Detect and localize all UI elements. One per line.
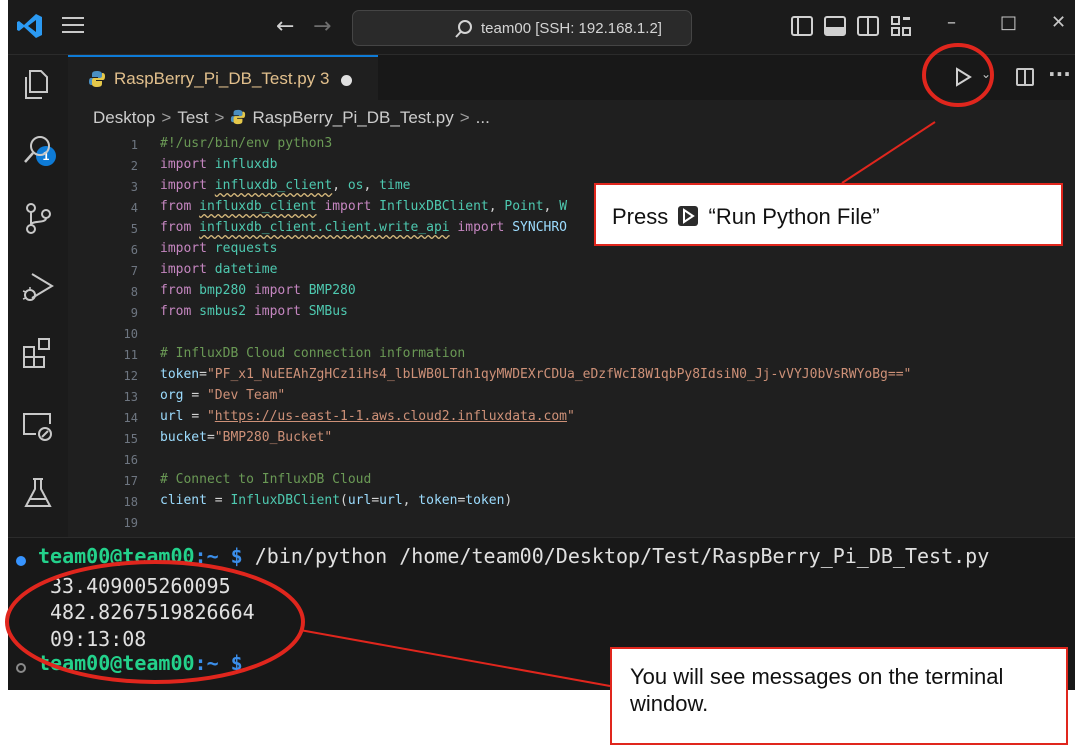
unsaved-dot-icon[interactable] bbox=[341, 75, 352, 86]
extensions-icon[interactable] bbox=[20, 335, 56, 371]
line-number: 6 bbox=[130, 243, 138, 257]
toggle-panel-icon[interactable] bbox=[824, 16, 846, 36]
line-number: 3 bbox=[130, 180, 138, 194]
line-number: 8 bbox=[130, 285, 138, 299]
callout-text: Press bbox=[612, 204, 669, 229]
terminal-output: 09:13:08 bbox=[50, 627, 147, 651]
line-number: 13 bbox=[123, 390, 138, 404]
breadcrumb-separator: > bbox=[214, 108, 225, 127]
terminal-prompt: team00@team00:~ $ bbox=[38, 651, 243, 675]
terminal-output: 33.409005260095 bbox=[50, 574, 231, 598]
line-number: 7 bbox=[130, 264, 138, 278]
code-line: bucket="BMP280_Bucket" bbox=[160, 430, 333, 445]
callout-text: You will see messages on the terminal wi… bbox=[630, 664, 1004, 716]
code-line: from influxdb_client import InfluxDBClie… bbox=[160, 199, 568, 214]
toggle-secondary-sidebar-icon[interactable] bbox=[857, 16, 879, 36]
forward-arrow-icon[interactable]: → bbox=[313, 14, 331, 39]
breadcrumb-separator: > bbox=[459, 108, 470, 127]
minimize-icon[interactable]: – bbox=[947, 12, 956, 33]
menu-icon[interactable] bbox=[62, 17, 84, 37]
editor-tabs: RaspBerry_Pi_DB_Test.py 3 bbox=[68, 55, 1075, 100]
code-line: import requests bbox=[160, 241, 278, 256]
vscode-window: ← → team00 [SSH: 192.168.1.2] – □ ✕ 1 Ra… bbox=[8, 0, 1075, 690]
line-number: 15 bbox=[123, 432, 138, 446]
run-dropdown-chevron-icon[interactable]: ⌄ bbox=[981, 67, 991, 81]
line-number: 10 bbox=[123, 327, 138, 341]
code-line: # InfluxDB Cloud connection information bbox=[160, 346, 466, 361]
toggle-primary-sidebar-icon[interactable] bbox=[791, 16, 813, 36]
code-line: import influxdb bbox=[160, 157, 278, 172]
line-number: 19 bbox=[123, 516, 138, 530]
line-number: 14 bbox=[123, 411, 138, 425]
line-number: 2 bbox=[130, 159, 138, 173]
line-number: 18 bbox=[123, 495, 138, 509]
code-line: from smbus2 import SMBus bbox=[160, 304, 348, 319]
terminal-command-line: team00@team00:~ $ /bin/python /home/team… bbox=[38, 544, 990, 568]
search-label: team00 [SSH: 192.168.1.2] bbox=[481, 20, 662, 37]
tab-raspberry-pi-db-test[interactable]: RaspBerry_Pi_DB_Test.py 3 bbox=[68, 55, 378, 100]
back-arrow-icon[interactable]: ← bbox=[276, 14, 294, 39]
split-editor-icon[interactable] bbox=[1016, 68, 1034, 86]
python-file-icon bbox=[231, 109, 246, 125]
tab-label: RaspBerry_Pi_DB_Test.py 3 bbox=[114, 69, 330, 88]
breadcrumb-file[interactable]: RaspBerry_Pi_DB_Test.py bbox=[252, 108, 453, 127]
customize-layout-icon[interactable] bbox=[890, 15, 912, 37]
code-line: url = "https://us-east-1-1.aws.cloud2.in… bbox=[160, 409, 575, 424]
line-number: 16 bbox=[123, 453, 138, 467]
code-line: token="PF_x1_NuEEAhZgHCz1iHs4_lbLWB0LTdh… bbox=[160, 367, 912, 382]
line-number: 17 bbox=[123, 474, 138, 488]
terminal-callout: You will see messages on the terminal wi… bbox=[610, 647, 1068, 745]
code-line: #!/usr/bin/env python3 bbox=[160, 136, 333, 151]
run-icon bbox=[678, 206, 699, 226]
code-line: client = InfluxDBClient(url=url, token=t… bbox=[160, 493, 513, 508]
more-actions-icon[interactable]: ··· bbox=[1048, 62, 1071, 86]
breadcrumb: Desktop > Test > RaspBerry_Pi_DB_Test.py >... bbox=[93, 108, 490, 128]
line-number: 1 bbox=[130, 138, 138, 152]
problems-count: 3 bbox=[320, 69, 330, 88]
breadcrumb-separator: > bbox=[161, 108, 172, 127]
line-number: 5 bbox=[130, 222, 138, 236]
code-line: from bmp280 import BMP280 bbox=[160, 283, 356, 298]
remote-explorer-icon[interactable] bbox=[20, 408, 56, 444]
terminal-output: 482.8267519826664 bbox=[50, 600, 255, 624]
explorer-icon[interactable] bbox=[20, 67, 56, 103]
code-line: org = "Dev Team" bbox=[160, 388, 286, 403]
close-icon[interactable]: ✕ bbox=[1051, 12, 1066, 33]
python-file-icon bbox=[89, 71, 105, 87]
activity-bar: 1 bbox=[8, 55, 68, 537]
testing-icon[interactable] bbox=[20, 475, 56, 511]
maximize-icon[interactable]: □ bbox=[1000, 12, 1017, 33]
code-line: from influxdb_client.client.write_api im… bbox=[160, 220, 568, 235]
line-number: 12 bbox=[123, 369, 138, 383]
command-pending-icon bbox=[16, 663, 26, 673]
title-bar: ← → team00 [SSH: 192.168.1.2] – □ ✕ bbox=[8, 0, 1075, 55]
line-number: 4 bbox=[130, 201, 138, 215]
command-center-search[interactable]: team00 [SSH: 192.168.1.2] bbox=[352, 10, 692, 46]
code-line: import datetime bbox=[160, 262, 278, 277]
source-control-icon[interactable] bbox=[20, 200, 56, 236]
breadcrumb-symbol[interactable]: ... bbox=[476, 108, 490, 127]
line-number: 9 bbox=[130, 306, 138, 320]
breadcrumb-desktop[interactable]: Desktop bbox=[93, 108, 155, 127]
command-success-icon bbox=[16, 556, 26, 566]
code-line: import influxdb_client, os, time bbox=[160, 178, 411, 193]
breadcrumb-test[interactable]: Test bbox=[177, 108, 208, 127]
search-icon[interactable] bbox=[20, 131, 56, 167]
run-python-file-button[interactable] bbox=[953, 67, 973, 87]
run-python-callout: Press “Run Python File” bbox=[594, 183, 1063, 246]
line-number: 11 bbox=[123, 348, 138, 362]
callout-text: “Run Python File” bbox=[708, 204, 880, 229]
run-debug-icon[interactable] bbox=[20, 269, 56, 305]
code-line: # Connect to InfluxDB Cloud bbox=[160, 472, 372, 487]
vscode-logo-icon bbox=[17, 14, 42, 38]
search-icon bbox=[455, 20, 472, 38]
